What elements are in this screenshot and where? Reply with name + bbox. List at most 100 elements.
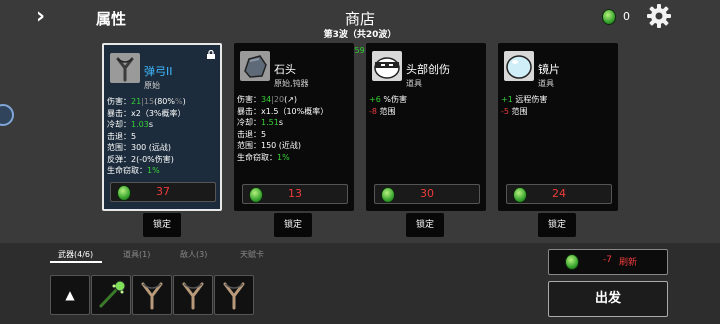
stat-line: +1 远程伤害 [501, 94, 547, 106]
lock-icon [207, 50, 215, 59]
buy-price-button[interactable]: 30 [374, 184, 480, 204]
stat-segment: 冷却： [107, 120, 131, 129]
stat-segment: 击退：5 [107, 131, 137, 141]
price-value: 13 [288, 187, 302, 200]
tab-talent-cards[interactable]: 天赋卡 [240, 249, 264, 260]
stat-segment: %伤害 [380, 95, 407, 104]
stat-line: 冷却：1.03s [107, 119, 186, 131]
item-stats: 伤害：34|20(↗) 暴击：x1.5（10%概率） 冷却：1.51s 击退：5 范围：… [237, 94, 328, 163]
item-name: 石头 [274, 63, 296, 76]
stat-line: +6 %伤害 [369, 94, 407, 106]
stat-segment: 暴击：x2（3%概率） [107, 108, 186, 118]
price-value: 37 [156, 185, 170, 198]
side-handle-button[interactable] [0, 104, 14, 126]
inventory-slot-magic-staff[interactable] [91, 275, 131, 315]
stat-line: 生命窃取：1% [237, 152, 328, 164]
stat-line: 暴击：x2（3%概率） [107, 108, 186, 120]
lock-button[interactable]: 锁定 [274, 213, 312, 237]
stat-segment: 1% [277, 152, 290, 162]
stat-segment: 生命窃取： [107, 166, 147, 175]
depart-button[interactable]: 出发 [548, 281, 668, 317]
inventory-slot-slingshot[interactable] [132, 275, 172, 315]
tab-items[interactable]: 道具(1) [123, 249, 150, 260]
stat-line: 击退：5 [107, 131, 186, 143]
item-stats: +1 远程伤害 -5 范围 [501, 94, 547, 117]
coin-icon [602, 9, 616, 25]
item-type: 道具 [406, 79, 422, 88]
stat-segment: 范围：150 (近战) [237, 141, 302, 150]
stat-segment: 20 [273, 95, 285, 104]
stat-segment: 21 [131, 97, 142, 106]
buy-price-button[interactable]: 13 [242, 184, 348, 204]
stat-line: 击退：5 [237, 129, 328, 141]
item-name: 弹弓II [144, 65, 173, 78]
lens-icon [504, 51, 534, 81]
buy-price-button[interactable]: 37 [110, 182, 216, 202]
coin-icon [565, 254, 579, 270]
buy-price-button[interactable]: 24 [506, 184, 612, 204]
refresh-label: 刷新 [619, 258, 638, 268]
stat-segment: 1% [147, 166, 160, 175]
active-tab-underline [50, 261, 102, 263]
stat-segment: 范围 [376, 106, 396, 116]
stat-segment: s [148, 120, 153, 129]
stat-line: -8 范围 [369, 106, 407, 118]
wave-indicator: 第3波（共20波） [323, 30, 397, 40]
stat-segment: 范围 [508, 106, 528, 116]
shop-card-head-injury[interactable]: 头部创伤 道具 +6 %伤害 -8 范围 30 [366, 43, 486, 211]
lock-button[interactable]: 锁定 [538, 213, 576, 237]
stat-segment: 暴击：x1.5（10%概率） [237, 106, 329, 116]
settings-gear-icon[interactable] [646, 3, 672, 29]
tab-weapons[interactable]: 武器(4/6) [58, 249, 93, 260]
tab-enemies[interactable]: 敌人(3) [180, 249, 207, 260]
price-value: 24 [552, 187, 566, 200]
item-type: 原始 [144, 81, 160, 90]
slingshot-icon [141, 282, 163, 310]
stat-segment: % [174, 97, 183, 106]
stat-segment: +1 [501, 95, 513, 104]
shop-card-slingshot[interactable]: 弹弓II 原始 伤害：21|15(80%%) 暴击：x2（3%概率） 冷却：1.03… [102, 43, 222, 211]
stat-segment: -5 [501, 106, 509, 116]
stat-segment: 生命窃取： [237, 152, 277, 162]
stat-line: 生命窃取：1% [107, 165, 186, 177]
refresh-cost: -7 [603, 255, 612, 265]
slingshot-icon [182, 282, 204, 310]
stat-segment: +6 [369, 95, 381, 104]
inventory-slot-slingshot[interactable] [173, 275, 213, 315]
stat-segment: 击退：5 [237, 129, 267, 139]
rock-icon [240, 51, 270, 81]
inventory-slot-slingshot[interactable] [214, 275, 254, 315]
shop-card-rock[interactable]: 石头 原始,钝器 伤害：34|20(↗) 暴击：x1.5（10%概率） 冷却：1.5… [234, 43, 354, 211]
refresh-button[interactable]: -7 刷新 [548, 249, 668, 275]
slingshot-icon [223, 282, 245, 310]
item-type: 道具 [538, 79, 554, 88]
stat-segment: -8 [369, 106, 377, 116]
price-value: 30 [420, 187, 434, 200]
lock-button[interactable]: 锁定 [406, 213, 444, 237]
coin-count: 0 [623, 10, 630, 23]
item-stats: +6 %伤害 -8 范围 [369, 94, 407, 117]
stat-segment: s [278, 118, 283, 127]
stat-segment: 伤害： [107, 97, 131, 106]
stat-segment: 34 [261, 95, 272, 104]
stat-segment: 远程伤害 [512, 95, 548, 104]
stat-line: 伤害：34|20(↗) [237, 94, 328, 106]
stat-segment: ) [182, 97, 186, 106]
stat-segment: 伤害： [237, 95, 261, 104]
stat-segment: 冷却： [237, 118, 261, 127]
stat-segment: 反弹：2(-0%伤害) [107, 154, 174, 164]
item-type: 原始,钝器 [274, 79, 309, 88]
stat-segment: 1.03 [131, 120, 149, 129]
lock-button[interactable]: 锁定 [143, 213, 181, 237]
stat-line: 暴击：x1.5（10%概率） [237, 106, 328, 118]
shop-card-lens[interactable]: 镜片 道具 +1 远程伤害 -5 范围 24 [498, 43, 618, 211]
bandaged-head-icon [372, 51, 402, 81]
item-name: 头部创伤 [406, 63, 450, 76]
magic-staff-icon [98, 280, 126, 309]
stat-segment: 15 [143, 97, 155, 106]
stat-line: -5 范围 [501, 106, 547, 118]
item-name: 镜片 [538, 63, 560, 76]
stat-line: 冷却：1.51s [237, 117, 328, 129]
scroll-up-button[interactable]: ▲ [50, 275, 90, 315]
stat-segment: (↗) [284, 95, 298, 104]
